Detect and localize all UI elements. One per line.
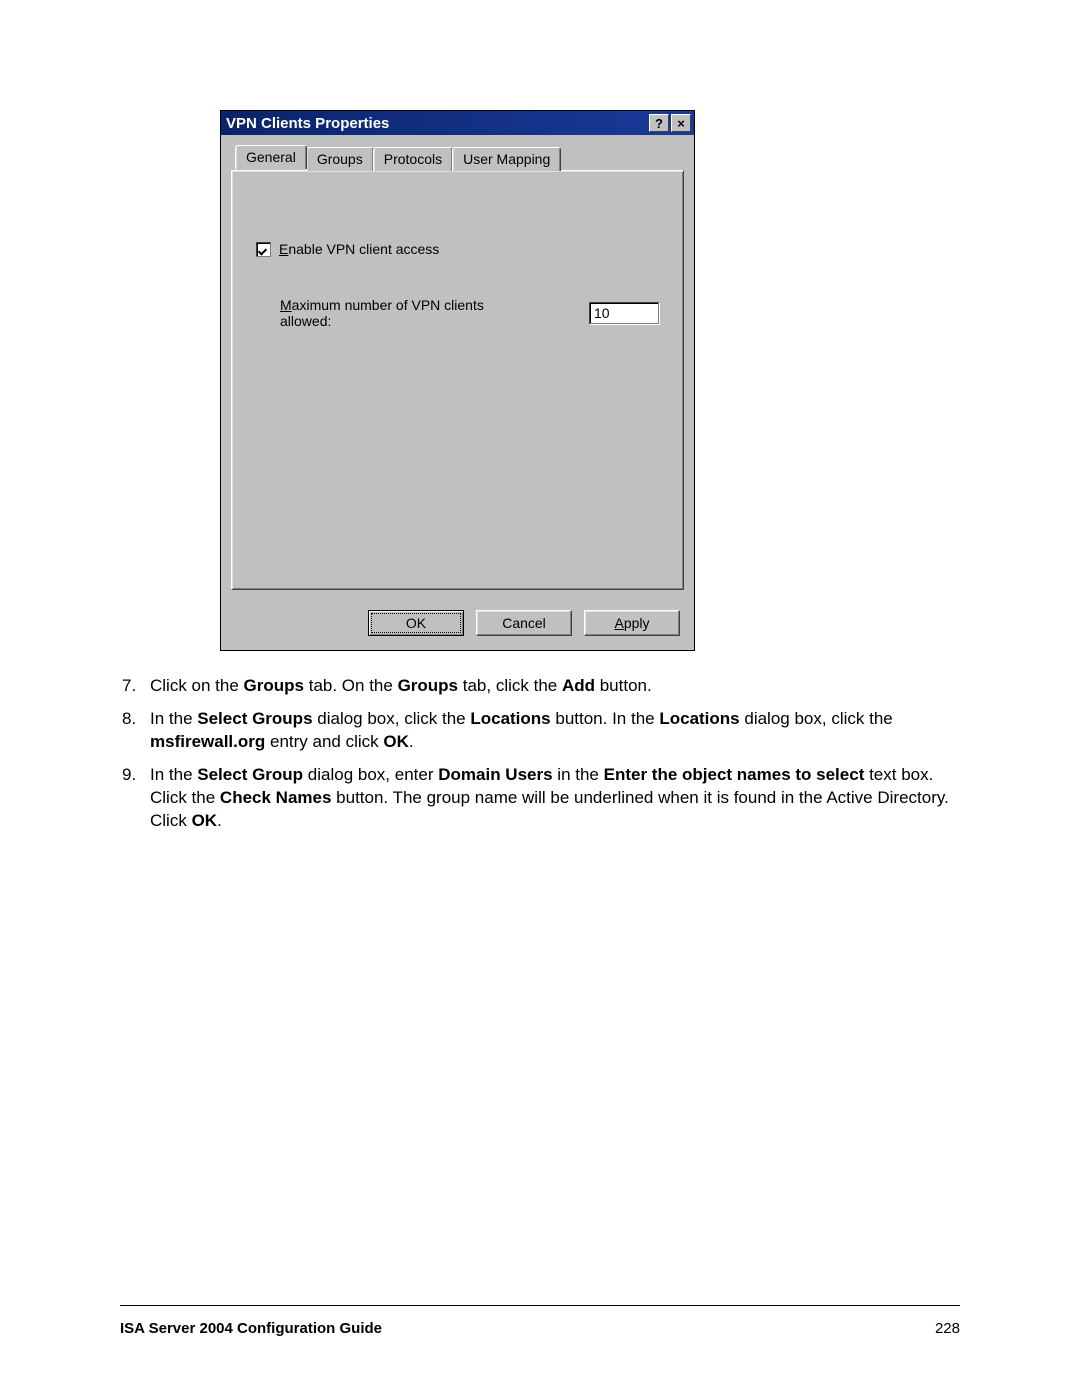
- page-number: 228: [935, 1320, 960, 1337]
- label-rest: nable VPN client access: [288, 241, 439, 257]
- tab-strip: General Groups Protocols User Mapping: [235, 147, 684, 171]
- check-icon: [259, 245, 268, 254]
- apply-button[interactable]: Apply: [584, 610, 680, 636]
- enable-vpn-label: Enable VPN client access: [279, 241, 439, 257]
- instruction-list: 7. Click on the Groups tab. On the Group…: [120, 675, 960, 833]
- tab-groups[interactable]: Groups: [306, 147, 374, 171]
- enable-vpn-row: Enable VPN client access: [256, 241, 659, 257]
- label-rest: aximum number of VPN clients allowed:: [280, 297, 484, 329]
- mnemonic: E: [279, 241, 288, 257]
- mnemonic: M: [280, 297, 292, 313]
- max-clients-input[interactable]: [589, 302, 659, 324]
- cancel-button[interactable]: Cancel: [476, 610, 572, 636]
- dialog-wrapper: VPN Clients Properties ? × General Group…: [120, 110, 960, 651]
- button-label: OK: [406, 615, 426, 631]
- page-footer: ISA Server 2004 Configuration Guide 228: [120, 1305, 960, 1337]
- titlebar-buttons: ? ×: [649, 114, 691, 132]
- help-icon: ?: [655, 117, 663, 130]
- tab-user-mapping[interactable]: User Mapping: [452, 147, 561, 171]
- tab-general[interactable]: General: [235, 145, 307, 169]
- tab-label: General: [246, 149, 296, 165]
- tab-label: Protocols: [384, 151, 442, 167]
- vpn-clients-properties-dialog: VPN Clients Properties ? × General Group…: [220, 110, 695, 651]
- step-7: 7. Click on the Groups tab. On the Group…: [122, 675, 960, 698]
- close-icon: ×: [677, 117, 685, 130]
- footer-title: ISA Server 2004 Configuration Guide: [120, 1320, 382, 1337]
- step-9: 9. In the Select Group dialog box, enter…: [122, 764, 960, 833]
- tab-body-general: Enable VPN client access Maximum number …: [231, 170, 684, 590]
- step-number: 8.: [122, 708, 150, 754]
- mnemonic: A: [614, 615, 623, 631]
- button-label: Cancel: [502, 615, 546, 631]
- tab-protocols[interactable]: Protocols: [373, 147, 453, 171]
- titlebar-text: VPN Clients Properties: [224, 115, 389, 132]
- step-8: 8. In the Select Groups dialog box, clic…: [122, 708, 960, 754]
- step-number: 7.: [122, 675, 150, 698]
- step-number: 9.: [122, 764, 150, 833]
- page: VPN Clients Properties ? × General Group…: [0, 0, 1080, 1397]
- content: VPN Clients Properties ? × General Group…: [120, 110, 960, 1295]
- button-label: Apply: [614, 615, 649, 631]
- step-text: In the Select Group dialog box, enter Do…: [150, 764, 960, 833]
- step-text: In the Select Groups dialog box, click t…: [150, 708, 960, 754]
- tab-panel: General Groups Protocols User Mapping En…: [221, 135, 694, 600]
- help-button[interactable]: ?: [649, 114, 669, 132]
- label-rest: pply: [624, 615, 650, 631]
- tab-label: User Mapping: [463, 151, 550, 167]
- ok-button[interactable]: OK: [368, 610, 464, 636]
- max-clients-label: Maximum number of VPN clients allowed:: [280, 297, 529, 329]
- dialog-button-row: OK Cancel Apply: [221, 600, 694, 650]
- max-clients-row: Maximum number of VPN clients allowed:: [280, 297, 659, 329]
- tab-label: Groups: [317, 151, 363, 167]
- enable-vpn-checkbox[interactable]: [256, 242, 271, 257]
- step-text: Click on the Groups tab. On the Groups t…: [150, 675, 652, 698]
- close-button[interactable]: ×: [671, 114, 691, 132]
- titlebar: VPN Clients Properties ? ×: [221, 111, 694, 135]
